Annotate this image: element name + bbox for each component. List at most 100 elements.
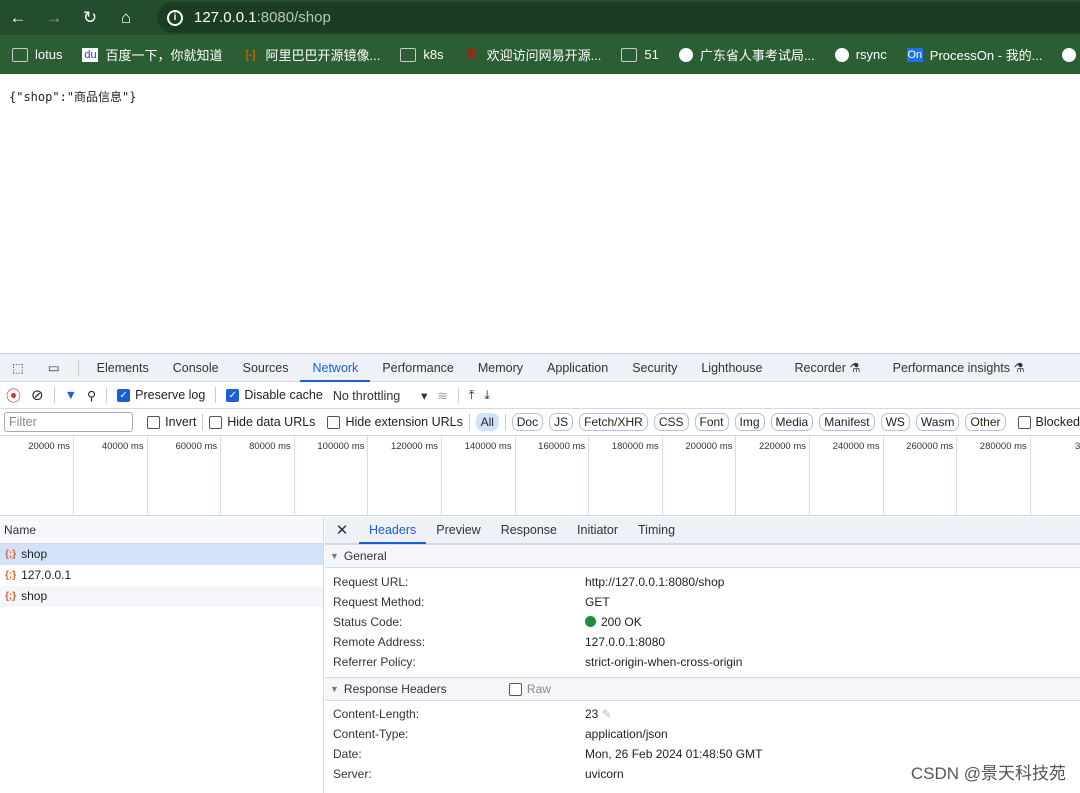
detail-tab-preview[interactable]: Preview [426,517,490,544]
timeline-tick: 220000 ms [736,436,810,516]
bookmark-item[interactable]: rsync [834,47,887,62]
site-info-icon[interactable]: i [167,9,183,26]
json-file-icon: {;} [5,570,17,581]
export-har-icon[interactable]: ⤓ [484,388,490,403]
bookmark-item[interactable]: 51 [621,47,659,62]
tab-performance[interactable]: Performance [370,354,466,382]
detail-tab-response[interactable]: Response [491,517,567,544]
close-icon[interactable]: ✕ [325,521,359,539]
header-value: Mon, 26 Feb 2024 01:48:50 GMT [585,747,763,761]
response-headers-section-header[interactable]: ▼ Response Headers Raw [325,677,1080,701]
detail-tab-initiator[interactable]: Initiator [567,517,628,544]
tab-application[interactable]: Application [535,354,620,382]
tab-network[interactable]: Network [300,354,371,382]
type-filter-font[interactable]: Font [694,413,729,431]
bookmark-item[interactable]: 广东省人事考试局... [678,45,815,64]
header-row: Content-Type: application/json [325,724,1080,744]
request-row[interactable]: {;} 127.0.0.1 [0,565,323,586]
type-filter-ws[interactable]: WS [880,413,910,431]
search-icon[interactable]: ⚲ [87,388,96,403]
header-value: 200 OK [601,615,642,629]
header-value-wrap: 200 OK [585,612,642,632]
devtools-panel: ⬚ ▭ Elements Console Sources Network Perform… [0,353,1080,793]
globe-icon [678,47,693,62]
bookmark-item[interactable]: du 百度一下，你就知道 [82,45,222,64]
tab-memory[interactable]: Memory [466,354,535,382]
browser-toolbar: ← → ↻ ⌂ i 127.0.0.1:8080/shop [0,0,1080,35]
device-toggle-icon[interactable]: ▭ [36,354,72,382]
inspect-element-icon[interactable]: ⬚ [0,354,36,382]
url-path: :8080/shop [256,9,331,26]
header-value-wrap: application/json [585,724,668,744]
type-filter-other[interactable]: Other [965,413,1006,431]
baidu-icon: du [82,47,99,62]
filter-input[interactable]: Filter [4,412,134,432]
timeline-tick: 180000 ms [589,436,663,516]
tab-recorder[interactable]: Recorder ⚗ [783,354,873,382]
watermark: CSDN @景天科技苑 [910,764,1066,783]
header-value-wrap: 23 ✎ [585,704,612,724]
network-timeline-overview[interactable]: 20000 ms 40000 ms 60000 ms 80000 ms 100000 m… [0,436,1080,516]
folder-icon [400,47,417,62]
edit-pencil-icon[interactable]: ✎ [598,707,612,721]
forward-button[interactable]: → [36,8,72,28]
type-filter-css[interactable]: CSS [653,413,689,431]
type-filter-manifest[interactable]: Manifest [819,413,875,431]
bookmark-label: rsync [855,47,887,62]
invert-checkbox[interactable]: Invert [147,415,196,430]
bookmark-item[interactable]: lotus [12,47,62,62]
disable-cache-checkbox[interactable]: ✓ Disable cache [226,388,323,403]
hide-extension-urls-checkbox[interactable]: Hide extension URLs [327,415,463,430]
address-bar[interactable]: i 127.0.0.1:8080/shop [157,2,1080,33]
divider [77,359,79,376]
hide-data-urls-checkbox[interactable]: Hide data URLs [209,414,316,430]
status-ok-icon [585,616,596,627]
bookmark-item[interactable]: [-] 阿里巴巴开源镜像... [242,45,381,64]
bookmark-item[interactable]: 易欢迎访问网易开源... [464,45,601,64]
request-list: Name {;} shop {;} 127.0.0.1 {;} shop [0,517,324,793]
record-stop-icon[interactable]: ⦿ [6,385,21,406]
home-button[interactable]: ⌂ [108,8,144,28]
tab-sources[interactable]: Sources [231,354,301,382]
bookmark-item[interactable]: Rsync [1062,47,1080,62]
request-row[interactable]: {;} shop [0,586,323,607]
detail-tab-headers[interactable]: Headers [359,517,427,544]
detail-tab-timing[interactable]: Timing [628,517,685,544]
type-filter-media[interactable]: Media [770,413,814,431]
import-har-icon[interactable]: ⤒ [469,388,475,403]
reload-button[interactable]: ↻ [72,8,108,28]
header-name: Content-Type: [333,727,409,741]
filter-icon[interactable]: ▼ [65,388,77,402]
folder-icon [12,47,28,62]
back-button[interactable]: ← [0,8,36,28]
clear-icon[interactable]: ⊘ [31,386,44,404]
type-filter-img[interactable]: Img [734,413,765,431]
tab-lighthouse[interactable]: Lighthouse [689,354,774,382]
bookmark-item[interactable]: k8s [400,47,444,62]
tab-security[interactable]: Security [620,354,689,382]
request-row[interactable]: {;} shop [0,544,323,565]
throttling-value: No throttling [332,388,401,403]
raw-checkbox[interactable] [508,682,522,696]
timeline-tick: 80000 ms [221,436,295,516]
throttling-select[interactable]: No throttling ▾ [333,388,428,403]
network-conditions-icon[interactable]: ≋ [437,388,447,403]
response-headers-title: Response Headers [343,682,447,696]
type-filter-js[interactable]: JS [549,413,574,431]
blocked-checkbox[interactable]: Blocked [1017,415,1080,430]
general-section-header[interactable]: ▼ General [325,544,1080,568]
type-filter-wasm[interactable]: Wasm [915,413,960,431]
type-filter-all[interactable]: All [475,413,499,431]
filter-row: Filter Invert Hide data URLs Hide extens… [0,409,1080,436]
tab-console[interactable]: Console [161,354,231,382]
hide-data-label: Hide data URLs [227,414,316,429]
name-column-header[interactable]: Name [0,517,323,544]
type-filter-doc[interactable]: Doc [511,413,544,431]
preserve-log-checkbox[interactable]: ✓ Preserve log [117,388,205,403]
type-filter-fetch-xhr[interactable]: Fetch/XHR [579,413,648,431]
tab-elements[interactable]: Elements [85,354,161,382]
bookmark-item[interactable]: On ProcessOn - 我的... [906,45,1042,64]
tab-performance-insights[interactable]: Performance insights ⚗ [881,354,1037,382]
timeline-tick: 240000 ms [810,436,884,516]
header-value: application/json [585,727,668,741]
